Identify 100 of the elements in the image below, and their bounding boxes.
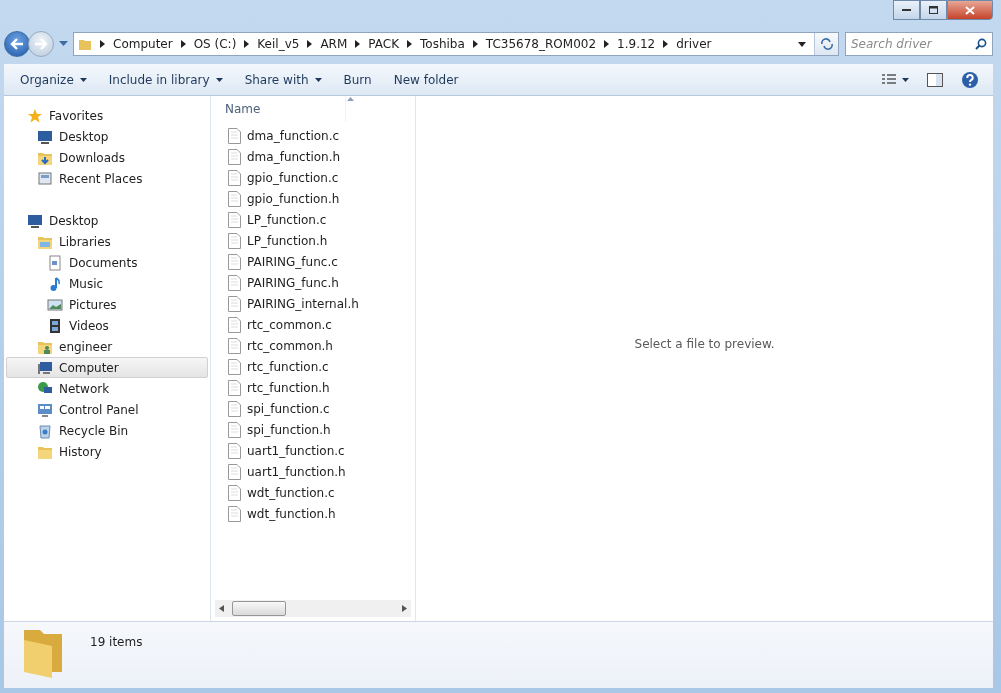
document-icon: [228, 442, 241, 459]
bin-icon: [37, 422, 53, 439]
toolbar-button[interactable]: Share with: [234, 68, 332, 91]
file-item[interactable]: spi_function.h: [211, 419, 415, 440]
sidebar-item[interactable]: Desktop: [6, 210, 208, 231]
breadcrumb-segment[interactable]: PACK: [368, 37, 399, 51]
toolbar-button[interactable]: Include in library: [98, 68, 233, 91]
document-icon: [228, 337, 241, 354]
file-item[interactable]: wdt_function.h: [211, 503, 415, 524]
sidebar-item[interactable]: Videos: [6, 315, 208, 336]
file-item[interactable]: spi_function.c: [211, 398, 415, 419]
caret-icon: [902, 77, 909, 82]
history-caret-icon[interactable]: [59, 41, 68, 47]
breadcrumb-segment[interactable]: Keil_v5: [257, 37, 300, 51]
file-item[interactable]: gpio_function.c: [211, 167, 415, 188]
breadcrumb-segment[interactable]: OS (C:): [193, 37, 237, 51]
chevron-icon[interactable]: [100, 40, 105, 48]
document-icon: [228, 316, 241, 333]
document-icon: [228, 232, 241, 249]
breadcrumb-segment[interactable]: driver: [676, 37, 712, 51]
film-icon: [47, 317, 63, 334]
search-field[interactable]: Search driver: [845, 32, 993, 56]
toolbar-button[interactable]: Burn: [333, 68, 382, 91]
sidebar-item[interactable]: Downloads: [6, 147, 208, 168]
maximize-button[interactable]: [920, 0, 947, 20]
chevron-icon[interactable]: [472, 40, 478, 48]
file-item[interactable]: rtc_function.c: [211, 356, 415, 377]
document-icon: [228, 421, 241, 438]
file-item[interactable]: wdt_function.c: [211, 482, 415, 503]
scroll-right-icon[interactable]: [402, 605, 407, 612]
file-item[interactable]: uart1_function.h: [211, 461, 415, 482]
preview-message: Select a file to preview.: [634, 336, 775, 351]
chevron-icon[interactable]: [244, 40, 250, 48]
sidebar-item[interactable]: Pictures: [6, 294, 208, 315]
file-item[interactable]: dma_function.h: [211, 146, 415, 167]
sort-arrow-icon: [347, 97, 354, 101]
toolbar-button[interactable]: Organize: [10, 68, 97, 91]
file-item[interactable]: PAIRING_func.c: [211, 251, 415, 272]
back-button[interactable]: [4, 31, 30, 57]
chevron-icon[interactable]: [307, 40, 313, 48]
pane-icon: [927, 72, 943, 87]
chevron-icon[interactable]: [355, 40, 361, 48]
file-item[interactable]: PAIRING_func.h: [211, 272, 415, 293]
sidebar-item[interactable]: Recent Places: [6, 168, 208, 189]
file-item[interactable]: rtc_function.h: [211, 377, 415, 398]
address-bar[interactable]: Computer OS (C:) Keil_v5 ARM PACK Toshiba TC35678_ROM002 1.9.12 driver: [73, 32, 839, 56]
refresh-button[interactable]: [814, 33, 838, 55]
sidebar-item[interactable]: engineer: [6, 336, 208, 357]
file-item[interactable]: uart1_function.c: [211, 440, 415, 461]
file-item[interactable]: gpio_function.h: [211, 188, 415, 209]
file-item[interactable]: rtc_common.c: [211, 314, 415, 335]
caret-icon: [215, 77, 223, 82]
document-icon: [228, 211, 241, 228]
sidebar-item[interactable]: Libraries: [6, 231, 208, 252]
maximize-icon: [928, 5, 939, 15]
file-item[interactable]: LP_function.c: [211, 209, 415, 230]
document-icon: [228, 295, 241, 312]
sidebar-item[interactable]: Network: [6, 378, 208, 399]
monitor-icon: [27, 212, 43, 229]
monitor-icon: [37, 128, 53, 145]
scroll-left-icon[interactable]: [219, 605, 224, 612]
sidebar-item[interactable]: Documents: [6, 252, 208, 273]
name-column-header[interactable]: Name: [211, 96, 346, 122]
sidebar-item[interactable]: Favorites: [6, 105, 208, 126]
breadcrumb-segment[interactable]: 1.9.12: [617, 37, 656, 51]
toolbar-button[interactable]: New folder: [383, 68, 469, 91]
panel-icon: [37, 401, 53, 418]
left-arrow-icon: [10, 38, 24, 50]
file-item[interactable]: dma_function.c: [211, 125, 415, 146]
file-item[interactable]: PAIRING_internal.h: [211, 293, 415, 314]
breadcrumb-segment[interactable]: TC35678_ROM002: [485, 37, 597, 51]
horizontal-scrollbar[interactable]: [215, 600, 411, 617]
sidebar-item[interactable]: Computer: [6, 357, 208, 378]
sidebar-item[interactable]: History: [6, 441, 208, 462]
document-icon: [228, 463, 241, 480]
caret-icon: [79, 77, 87, 82]
breadcrumb-segment[interactable]: Computer: [113, 37, 173, 51]
close-icon: [965, 5, 975, 15]
document-icon: [228, 400, 241, 417]
document-icon: [228, 253, 241, 270]
document-icon: [228, 169, 241, 186]
folder-icon: [78, 37, 92, 51]
minimize-button[interactable]: [893, 0, 920, 20]
file-item[interactable]: LP_function.h: [211, 230, 415, 251]
chevron-icon[interactable]: [604, 40, 610, 48]
caret-icon: [314, 77, 322, 82]
chevron-icon[interactable]: [407, 40, 412, 48]
sidebar-item[interactable]: Control Panel: [6, 399, 208, 420]
document-icon: [228, 379, 241, 396]
breadcrumb-segment[interactable]: ARM: [320, 37, 348, 51]
chevron-icon[interactable]: [663, 40, 669, 48]
file-item[interactable]: rtc_common.h: [211, 335, 415, 356]
sidebar-item[interactable]: Music: [6, 273, 208, 294]
breadcrumb-segment[interactable]: Toshiba: [420, 37, 465, 51]
sidebar-item[interactable]: Desktop: [6, 126, 208, 147]
dropdown-caret-icon[interactable]: [798, 41, 806, 47]
chevron-icon[interactable]: [180, 40, 186, 48]
sidebar-item[interactable]: Recycle Bin: [6, 420, 208, 441]
close-button[interactable]: [947, 0, 993, 20]
scroll-thumb[interactable]: [232, 601, 286, 616]
